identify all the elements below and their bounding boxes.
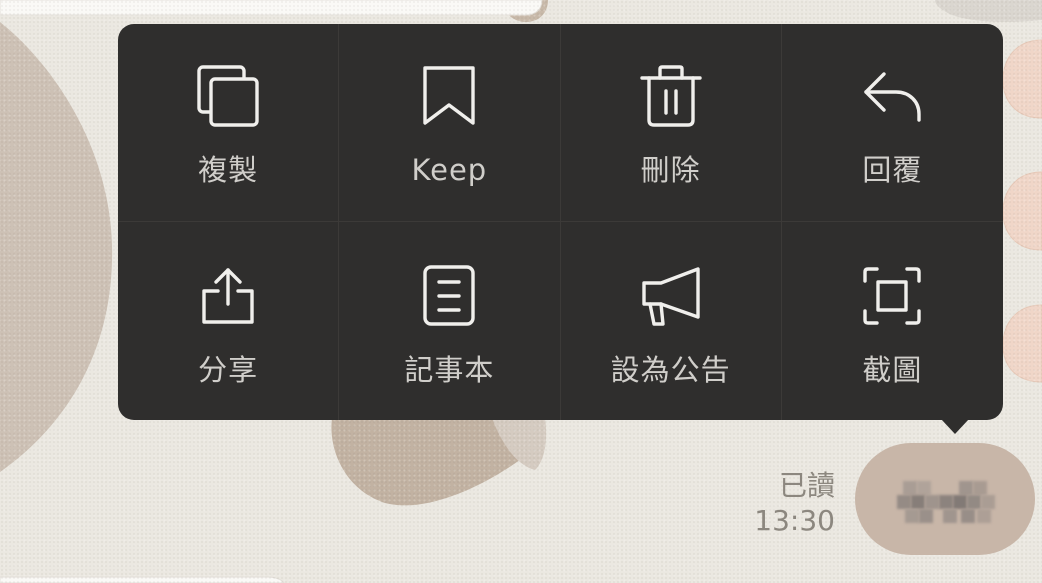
menu-item-notes[interactable]: 記事本 (339, 222, 561, 420)
menu-item-screenshot[interactable]: 截圖 (782, 222, 1003, 420)
pixelated-content-block (959, 481, 973, 495)
pixelated-content-block (973, 481, 987, 495)
pixelated-content-block (953, 495, 967, 509)
menu-item-delete[interactable]: 刪除 (560, 24, 782, 222)
menu-item-reply[interactable]: 回覆 (781, 24, 1003, 222)
megaphone-icon (639, 264, 703, 328)
menu-item-label: Keep (411, 153, 488, 187)
message-time: 13:30 (754, 504, 835, 537)
menu-item-announce[interactable]: 設為公告 (561, 222, 782, 420)
wallpaper-dot-right (1002, 304, 1042, 383)
read-status: 已讀 (778, 469, 835, 502)
chat-screen: 複製 Keep 刪除 回覆 分享 記事本 設為公告 截圖 已讀 13:30 (0, 0, 1042, 583)
note-icon (417, 264, 481, 328)
pixelated-content-block (903, 481, 917, 495)
message-bubble[interactable] (855, 443, 1035, 555)
message-meta: 已讀 13:30 (690, 468, 835, 538)
pixelated-content-block (925, 495, 939, 509)
share-icon (196, 264, 260, 328)
pixelated-content-block (981, 495, 995, 509)
copy-icon (196, 64, 260, 128)
message-bubble-partial-bottom[interactable] (0, 576, 285, 583)
menu-item-share[interactable]: 分享 (118, 222, 340, 420)
pixelated-content-block (905, 509, 919, 523)
bookmark-icon (417, 64, 481, 128)
pixelated-content-block (967, 495, 981, 509)
reply-icon (860, 64, 924, 128)
pixelated-content-block (897, 495, 911, 509)
menu-pointer (941, 419, 969, 434)
menu-item-label: 刪除 (640, 153, 701, 187)
pixelated-content-block (919, 509, 933, 523)
menu-item-copy[interactable]: 複製 (118, 24, 340, 222)
pixelated-content-block (911, 495, 925, 509)
menu-item-label: 截圖 (862, 353, 923, 387)
menu-item-label: 記事本 (404, 353, 495, 387)
context-menu: 複製 Keep 刪除 回覆 分享 記事本 設為公告 截圖 (118, 24, 1003, 420)
screenshot-icon (860, 264, 924, 328)
menu-item-label: 複製 (198, 153, 259, 187)
menu-item-label: 回覆 (862, 153, 923, 187)
pixelated-content-block (917, 481, 931, 495)
wallpaper-shape-top-right (935, 0, 1042, 22)
wallpaper-dot-right (1002, 39, 1042, 119)
pixelated-content-block (977, 509, 991, 523)
menu-item-keep[interactable]: Keep (339, 24, 561, 222)
wallpaper-dot-right (1002, 171, 1042, 251)
pixelated-content-block (961, 509, 975, 523)
message-bubble-partial-top[interactable] (0, 0, 543, 16)
wallpaper-leaf-left (0, 22, 113, 472)
pixelated-content-block (939, 495, 953, 509)
menu-item-label: 設為公告 (610, 353, 731, 387)
trash-icon (639, 64, 703, 128)
menu-item-label: 分享 (198, 353, 259, 387)
pixelated-content-block (943, 509, 957, 523)
